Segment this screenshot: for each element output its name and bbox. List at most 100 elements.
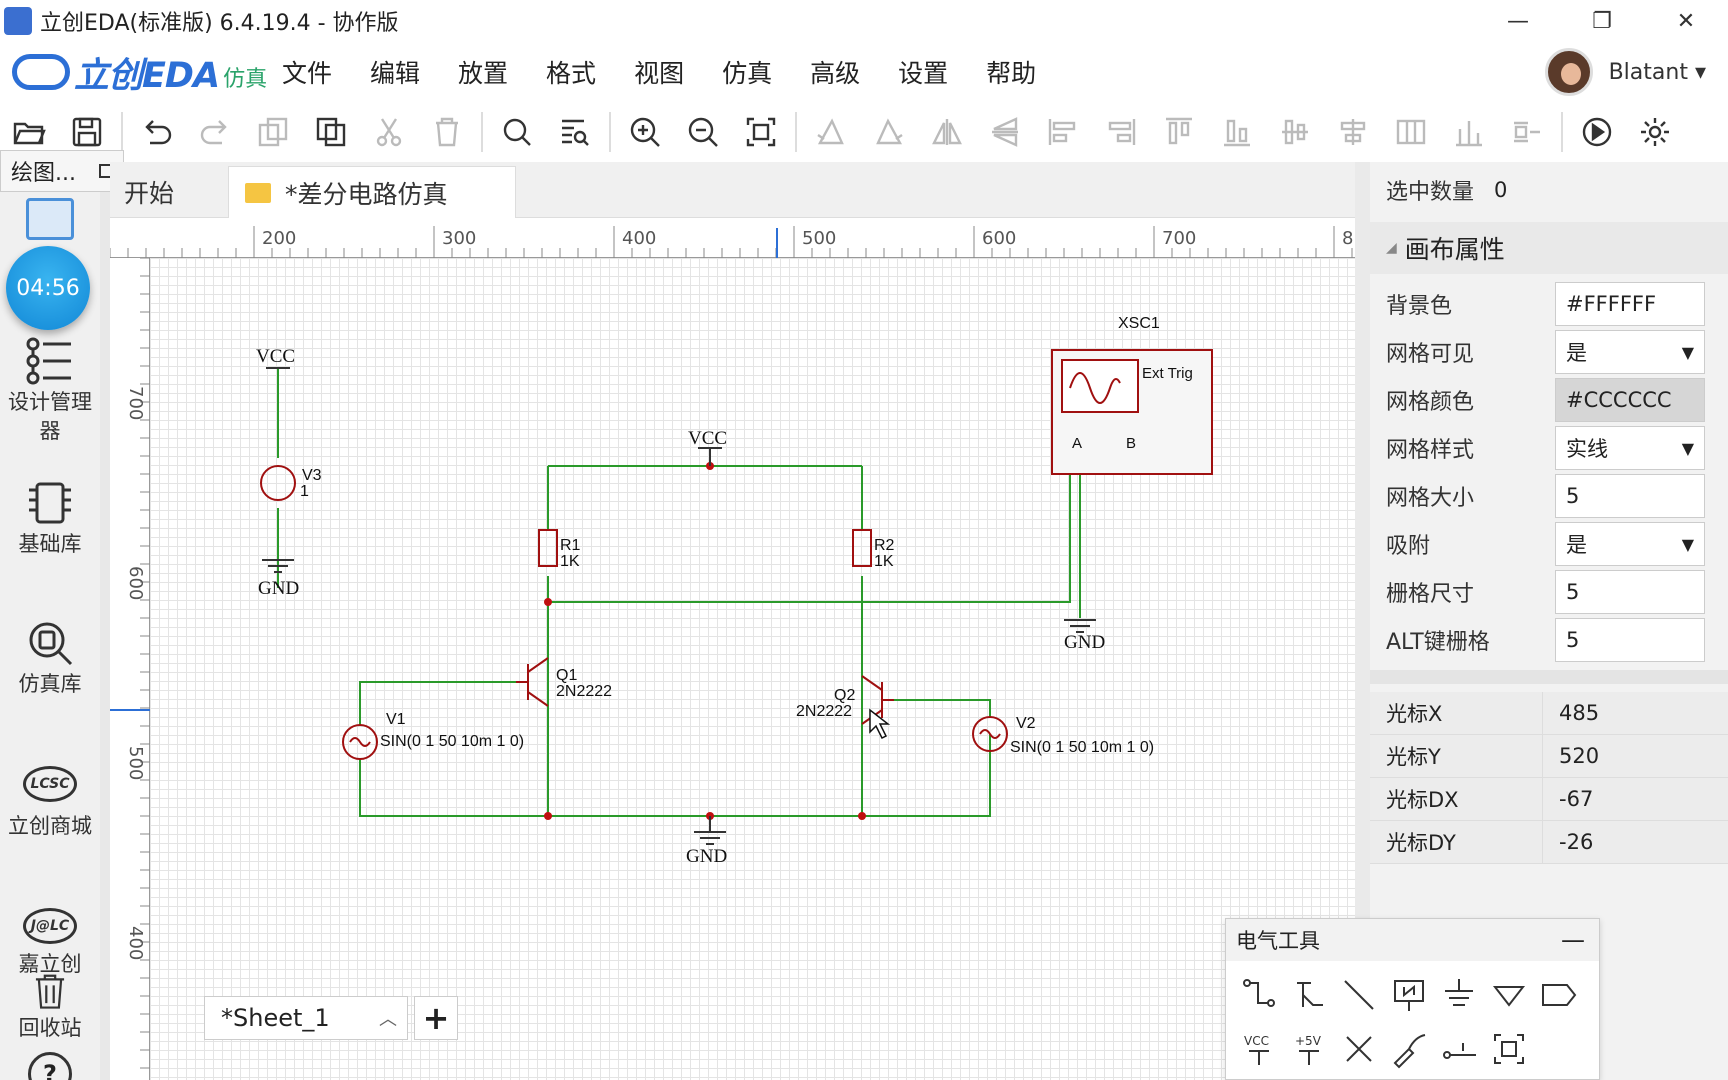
cut-icon[interactable]: [360, 107, 418, 157]
align-center-v-icon[interactable]: [1324, 107, 1382, 157]
sidebar-item-lcsc[interactable]: LCSC 立创商城: [0, 766, 100, 841]
bg-color-input[interactable]: #FFFFFF: [1555, 282, 1705, 326]
sidebar-item-design-manager[interactable]: 设计管理器: [0, 336, 100, 446]
paste-icon[interactable]: [302, 107, 360, 157]
alt-snap-input[interactable]: 5: [1555, 618, 1705, 662]
sim-library-icon: [29, 622, 73, 666]
prop-value: 实线: [1566, 437, 1608, 461]
sidebar-item-basic-library[interactable]: 基础库: [0, 478, 100, 559]
tab-start[interactable]: 开始: [124, 166, 174, 218]
minimize-panel-button[interactable]: —: [1561, 926, 1585, 954]
grid-style-select[interactable]: 实线 ▼: [1555, 426, 1705, 470]
5v-tool-icon[interactable]: +5V: [1284, 1027, 1334, 1071]
sheet-tab[interactable]: *Sheet_1 ︿: [204, 996, 408, 1040]
tab-diff-circuit[interactable]: *差分电路仿真: [228, 166, 516, 218]
menu-file[interactable]: 文件: [282, 54, 332, 90]
sidebar-item-sim-library[interactable]: 仿真库: [0, 618, 100, 699]
timer-badge: 04:56: [6, 246, 90, 330]
grid-snap-icon[interactable]: [1498, 107, 1556, 157]
prop-label: 吸附: [1386, 534, 1431, 559]
toolbar: [0, 102, 1728, 162]
rotate-left-icon[interactable]: [802, 107, 860, 157]
prop-row-grid-style: 网格样式 实线 ▼: [1370, 424, 1728, 472]
distribute-v-icon[interactable]: [1440, 107, 1498, 157]
grid-color-input[interactable]: #CCCCCC: [1555, 378, 1705, 422]
no-connect-icon[interactable]: [1334, 1027, 1384, 1071]
prop-value: 是: [1566, 341, 1587, 365]
ruler-label: 600: [125, 566, 146, 600]
folder-open-icon[interactable]: [26, 198, 74, 240]
username[interactable]: Blatant ▾: [1609, 60, 1706, 85]
line-tool-icon[interactable]: [1334, 973, 1384, 1017]
ground-tool-icon[interactable]: [1434, 973, 1484, 1017]
net-label-icon[interactable]: [1384, 973, 1434, 1017]
fit-icon[interactable]: [732, 107, 790, 157]
ruler-label: 400: [125, 926, 146, 960]
grid-visible-select[interactable]: 是 ▼: [1555, 330, 1705, 374]
canvas-properties-header[interactable]: ◢ 画布属性: [1370, 222, 1728, 274]
prop-row-grid-size: 网格大小 5: [1370, 472, 1728, 520]
sidebar-splitter[interactable]: [100, 162, 110, 1080]
align-bottom-icon[interactable]: [1208, 107, 1266, 157]
logo: 立创EDA 仿真: [12, 47, 282, 98]
search-icon[interactable]: [488, 107, 546, 157]
prop-value: 5: [1566, 484, 1580, 508]
menu-simulate[interactable]: 仿真: [722, 54, 772, 90]
schematic-canvas[interactable]: VCC GND V3 1 VCC R1 1K R2 1K Q1 2N2222 Q…: [150, 258, 1355, 1080]
restore-button[interactable]: ❐: [1560, 0, 1644, 42]
rotate-right-icon[interactable]: [860, 107, 918, 157]
zoom-in-icon[interactable]: [616, 107, 674, 157]
grid-size-input[interactable]: 5: [1555, 474, 1705, 518]
chevron-up-icon[interactable]: ︿: [379, 1005, 397, 1031]
flip-vertical-icon[interactable]: [976, 107, 1034, 157]
ruler-label: 600: [982, 228, 1016, 249]
prop-value: 是: [1566, 533, 1587, 557]
prop-value: #FFFFFF: [1566, 292, 1657, 316]
svg-text:B: B: [1126, 435, 1136, 452]
select-region-icon[interactable]: [1484, 1027, 1534, 1071]
avatar[interactable]: [1544, 48, 1593, 96]
snap-size-input[interactable]: 5: [1555, 570, 1705, 614]
copy-icon[interactable]: [244, 107, 302, 157]
gear-icon[interactable]: [1626, 107, 1684, 157]
minimize-button[interactable]: —: [1476, 0, 1560, 42]
menu-advanced[interactable]: 高级: [810, 54, 860, 90]
run-simulation-icon[interactable]: [1568, 107, 1626, 157]
user-menu[interactable]: Blatant ▾: [1544, 42, 1706, 102]
menu-settings[interactable]: 设置: [898, 54, 948, 90]
electrical-tools-header[interactable]: 电气工具 —: [1226, 919, 1599, 961]
vcc-tool-icon[interactable]: VCC: [1234, 1027, 1284, 1071]
svg-text:XSC1: XSC1: [1118, 315, 1160, 332]
find-icon[interactable]: [546, 107, 604, 157]
menu-help[interactable]: 帮助: [986, 54, 1036, 90]
align-top-icon[interactable]: [1150, 107, 1208, 157]
power-symbols: [262, 367, 1096, 845]
snap-select[interactable]: 是 ▼: [1555, 522, 1705, 566]
delete-icon[interactable]: [418, 107, 476, 157]
sidebar-item-jlc[interactable]: J@LC 嘉立创: [0, 908, 100, 979]
probe-tool-icon[interactable]: [1384, 1027, 1434, 1071]
flip-horizontal-icon[interactable]: [918, 107, 976, 157]
zoom-out-icon[interactable]: [674, 107, 732, 157]
redo-icon[interactable]: [186, 107, 244, 157]
selected-count-label: 选中数量: [1386, 180, 1475, 205]
wire-tool-icon[interactable]: [1234, 973, 1284, 1017]
menu-format[interactable]: 格式: [546, 54, 596, 90]
align-center-h-icon[interactable]: [1266, 107, 1324, 157]
pin-tool-icon[interactable]: [1434, 1027, 1484, 1071]
close-button[interactable]: ✕: [1644, 0, 1728, 42]
align-right-icon[interactable]: [1092, 107, 1150, 157]
net-port-icon[interactable]: [1484, 973, 1534, 1017]
menu-place[interactable]: 放置: [458, 54, 508, 90]
menu-edit[interactable]: 编辑: [370, 54, 420, 90]
undo-icon[interactable]: [128, 107, 186, 157]
sidebar-item-trash[interactable]: 回收站: [0, 972, 100, 1043]
bus-entry-icon[interactable]: [1284, 973, 1334, 1017]
tab-label: *差分电路仿真: [285, 179, 448, 209]
distribute-h-icon[interactable]: [1382, 107, 1440, 157]
net-flag-icon[interactable]: [1534, 973, 1584, 1017]
align-left-icon[interactable]: [1034, 107, 1092, 157]
panel-title: 电气工具: [1236, 929, 1320, 953]
add-sheet-button[interactable]: +: [414, 996, 458, 1040]
menu-view[interactable]: 视图: [634, 54, 684, 90]
